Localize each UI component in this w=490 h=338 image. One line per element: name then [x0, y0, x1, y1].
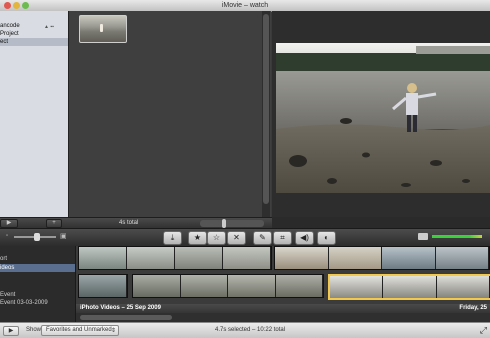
event-clip-filmstrip[interactable] — [78, 274, 128, 298]
event-header-title: iPhoto Videos – 25 Sep 2009 — [80, 305, 161, 311]
clip-frame — [330, 276, 384, 298]
event-scroll-thumb[interactable] — [80, 315, 172, 320]
project-clip-thumbnail[interactable] — [79, 15, 127, 43]
audio-icon[interactable]: ◀) — [295, 231, 314, 245]
project-item-label: Project — [0, 31, 19, 37]
event-item-label: ort — [0, 256, 8, 262]
clip-frame — [223, 247, 271, 269]
event-item-label: Event — [0, 292, 16, 298]
clip-frame — [127, 247, 175, 269]
audio-meter-toggle-button[interactable] — [418, 233, 428, 240]
clip-frame — [79, 247, 127, 269]
show-filter-value: Favorites and Unmarked — [46, 327, 112, 333]
event-item[interactable]: Event 03-03-2009 — [0, 299, 75, 307]
clip-frame — [275, 247, 329, 269]
play-fullscreen-button[interactable]: ▶ — [0, 219, 18, 228]
keyword-pen-icon[interactable]: ✎ — [253, 231, 272, 245]
main-toolbar: ▫ ▣ ⤓ ★ ☆ ✕ ✎ ⌗ ◀) ◐ — [0, 228, 490, 247]
clip-frame — [79, 275, 127, 297]
zoom-slider-knob[interactable] — [34, 233, 40, 241]
project-item-label: ect — [0, 39, 9, 45]
event-item[interactable]: Event — [0, 291, 75, 299]
show-filter-dropdown[interactable]: Favorites and Unmarked ⇕ — [41, 325, 119, 336]
import-icon[interactable]: ⤓ — [163, 231, 182, 245]
project-scrollbar-thumb[interactable] — [263, 14, 269, 204]
event-item-label: Event 03-03-2009 — [0, 300, 48, 306]
project-item[interactable]: ancode ▲ ▪▪ — [0, 22, 68, 30]
viewer-bottom-bar — [272, 217, 490, 228]
clip-frame — [435, 247, 489, 269]
play-event-button[interactable]: ▶ — [3, 326, 19, 336]
thumbnail-size-slider[interactable] — [200, 219, 264, 228]
event-date-header: iPhoto Videos – 25 Sep 2009 Friday, 25 — [76, 304, 490, 313]
zoom-out-icon[interactable]: ▫ — [6, 233, 8, 239]
audio-level-meter — [432, 235, 482, 238]
unmark-star-icon[interactable]: ☆ — [207, 231, 226, 245]
clip-frame — [382, 247, 436, 269]
minimize-button[interactable] — [13, 2, 20, 9]
event-library-panel: ort ideos Event Event 03-03-2009 — [0, 246, 76, 322]
favorite-star-icon[interactable]: ★ — [188, 231, 207, 245]
event-item[interactable]: ort — [0, 255, 75, 263]
crop-icon[interactable]: ⌗ — [273, 231, 292, 245]
add-project-button[interactable]: + — [46, 219, 62, 228]
child-figure — [100, 24, 103, 32]
viewer-preview-image — [276, 43, 490, 193]
zoom-button[interactable] — [22, 2, 29, 9]
project-total-duration: 4s total — [119, 220, 139, 226]
project-library-panel: ancode ▲ ▪▪ Project ect — [0, 11, 69, 217]
clip-frame — [275, 275, 323, 297]
project-item-label: ancode — [0, 23, 20, 29]
event-clip-filmstrip[interactable] — [274, 246, 490, 270]
event-clip-filmstrip[interactable] — [78, 246, 272, 270]
clip-frame — [228, 275, 276, 297]
zoom-in-icon[interactable]: ▣ — [60, 232, 67, 240]
event-item-selected[interactable]: ideos — [0, 264, 75, 272]
fullscreen-icon[interactable]: ⤢ — [480, 325, 487, 336]
close-button[interactable] — [4, 2, 11, 9]
window-title: iMovie – watch — [221, 2, 269, 9]
event-clip-filmstrip-selected[interactable] — [328, 274, 490, 300]
clip-frame — [175, 247, 223, 269]
clip-frame — [383, 276, 437, 298]
clip-frame — [436, 276, 490, 298]
zoom-slider[interactable] — [14, 233, 56, 241]
clip-frame — [328, 247, 382, 269]
event-browser-scrollbar[interactable] — [76, 313, 490, 322]
slider-knob[interactable] — [222, 219, 226, 228]
event-clip-filmstrip[interactable] — [132, 274, 324, 298]
status-bar: ▶ Show: Favorites and Unmarked ⇕ 4.7s se… — [0, 322, 490, 338]
selection-info: 4.7s selected – 10:22 total — [215, 327, 286, 333]
clip-frame — [133, 275, 181, 297]
event-header-date: Friday, 25 — [459, 305, 487, 311]
reject-x-icon[interactable]: ✕ — [227, 231, 246, 245]
project-item[interactable]: Project — [0, 30, 68, 38]
event-item-label: ideos — [0, 265, 15, 271]
chevron-updown-icon: ⇕ — [110, 328, 116, 334]
project-item-selected[interactable]: ect — [0, 38, 68, 46]
share-status-icon: ▲ ▪▪ — [44, 24, 54, 30]
clip-frame — [180, 275, 228, 297]
adjust-icon[interactable]: ◐ — [317, 231, 336, 245]
